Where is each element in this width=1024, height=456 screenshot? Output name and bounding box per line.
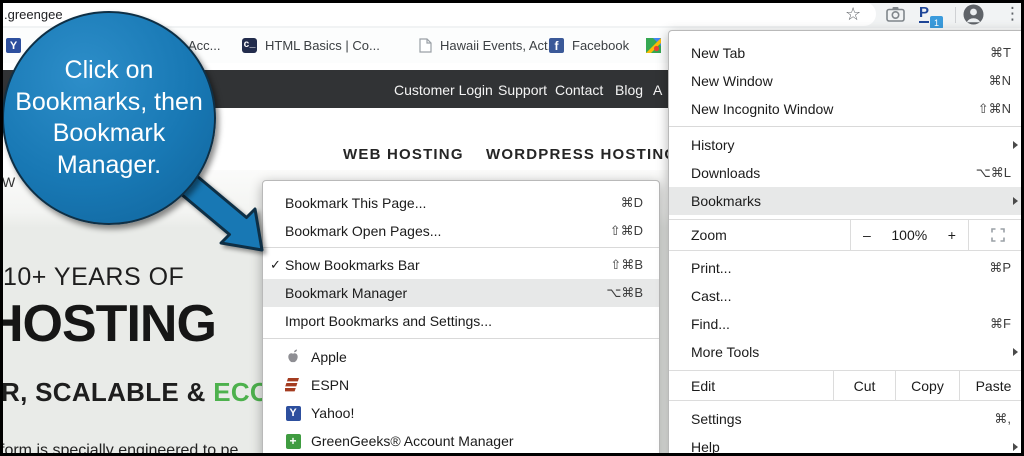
menu-item-bookmark-open-pages[interactable]: Bookmark Open Pages... ⇧⌘D xyxy=(263,217,659,245)
callout-text-line: Manager. xyxy=(57,150,161,182)
bookmark-bar-item-hawaii[interactable]: Hawaii Events, Act... xyxy=(417,28,559,63)
camera-icon[interactable] xyxy=(886,6,905,27)
hero-partial-text: W xyxy=(2,174,15,190)
browser-window: .greengee ☆ P 1 ⋮ Y Acc... xyxy=(0,0,1024,456)
menu-item-help[interactable]: Help xyxy=(669,433,1024,456)
zoom-in-button[interactable]: + xyxy=(948,227,956,243)
callout-bubble: Click on Bookmarks, then Bookmark Manage… xyxy=(2,11,216,225)
bookmark-bar-item-facebook[interactable]: f Facebook xyxy=(549,28,629,63)
shortcut-label: ⇧⌘N xyxy=(978,101,1011,117)
menu-zoom-row: Zoom – 100% + xyxy=(669,219,1024,251)
menu-item-find[interactable]: Find... ⌘F xyxy=(669,310,1024,338)
menu-item-show-bookmarks-bar[interactable]: ✓ Show Bookmarks Bar ⇧⌘B xyxy=(263,251,659,279)
apple-icon xyxy=(285,349,301,365)
facebook-favicon-icon: f xyxy=(549,38,564,53)
menu-separator xyxy=(263,247,659,248)
toolbar-divider xyxy=(955,7,956,23)
bookmark-bar-item-maps[interactable] xyxy=(646,28,661,63)
nav-link-customer-login[interactable]: Customer Login xyxy=(394,82,493,98)
menu-item-new-tab[interactable]: New Tab ⌘T xyxy=(669,39,1024,67)
hero-title: HOSTING xyxy=(0,294,216,354)
chrome-menu: New Tab ⌘T New Window ⌘N New Incognito W… xyxy=(668,30,1024,456)
edit-label: Edit xyxy=(669,371,834,400)
yahoo-favicon-icon: Y xyxy=(6,38,21,53)
shortcut-label: ⌘, xyxy=(994,411,1011,427)
maps-favicon-icon xyxy=(646,38,661,53)
menu-item-more-tools[interactable]: More Tools xyxy=(669,338,1024,366)
menu-item-bookmark-yahoo[interactable]: Y Yahoo! xyxy=(263,399,659,427)
menu-item-print[interactable]: Print... ⌘P xyxy=(669,254,1024,282)
submenu-arrow-icon xyxy=(1013,348,1018,356)
shortcut-label: ⇧⌘D xyxy=(610,223,643,239)
nav-link-wordpress-hosting[interactable]: WORDPRESS HOSTING xyxy=(486,146,677,163)
menu-item-bookmarks[interactable]: Bookmarks xyxy=(669,187,1024,215)
submenu-arrow-icon xyxy=(1013,443,1018,451)
shortcut-label: ⌘P xyxy=(989,260,1011,276)
bookmarks-submenu: Bookmark This Page... ⌘D Bookmark Open P… xyxy=(262,180,660,456)
yahoo-favicon-icon: Y xyxy=(285,405,301,421)
submenu-arrow-icon xyxy=(1013,197,1018,205)
shortcut-label: ⇧⌘B xyxy=(610,257,643,273)
espn-icon xyxy=(285,377,301,393)
menu-item-bookmark-greengeeks[interactable]: + GreenGeeks® Account Manager xyxy=(263,427,659,455)
hero-subtitle: R, SCALABLE & ECO-F xyxy=(1,377,296,408)
extension-icon[interactable]: P xyxy=(919,4,929,23)
callout-text-line: Bookmark xyxy=(53,118,166,150)
menu-edit-row: Edit Cut Copy Paste xyxy=(669,370,1024,401)
menu-item-cast[interactable]: Cast... xyxy=(669,282,1024,310)
shortcut-label: ⌥⌘B xyxy=(606,285,643,301)
bookmark-bar-label: Facebook xyxy=(572,38,629,53)
cut-button[interactable]: Cut xyxy=(834,371,896,400)
bookmark-star-icon[interactable]: ☆ xyxy=(845,3,861,25)
nav-link-partial[interactable]: A xyxy=(653,82,662,98)
nav-link-contact[interactable]: Contact xyxy=(555,82,603,98)
zoom-level-value: 100% xyxy=(891,227,927,243)
menu-separator xyxy=(669,126,1024,127)
bookmark-bar-label: Hawaii Events, Act... xyxy=(440,38,559,53)
nav-link-blog[interactable]: Blog xyxy=(615,82,643,98)
bookmark-bar-item-yahoo[interactable]: Y xyxy=(6,28,21,63)
copy-button[interactable]: Copy xyxy=(896,371,960,400)
menu-item-bookmark-manager[interactable]: Bookmark Manager ⌥⌘B xyxy=(263,279,659,307)
shortcut-label: ⌘F xyxy=(990,316,1011,332)
codecademy-favicon-icon: c_ xyxy=(242,38,257,53)
fullscreen-button[interactable] xyxy=(969,220,1024,250)
menu-item-new-incognito-window[interactable]: New Incognito Window ⇧⌘N xyxy=(669,95,1024,123)
shortcut-label: ⌥⌘L xyxy=(976,165,1011,181)
callout-text-line: Bookmarks, then xyxy=(15,87,203,119)
menu-item-new-window[interactable]: New Window ⌘N xyxy=(669,67,1024,95)
zoom-label: Zoom xyxy=(669,220,851,250)
nav-link-web-hosting[interactable]: WEB HOSTING xyxy=(343,146,464,163)
menu-item-bookmark-apple[interactable]: Apple xyxy=(263,343,659,371)
menu-item-bookmark-this-page[interactable]: Bookmark This Page... ⌘D xyxy=(263,189,659,217)
shortcut-label: ⌘D xyxy=(621,195,643,211)
address-bar-text: .greengee xyxy=(4,7,63,22)
nav-link-support[interactable]: Support xyxy=(498,82,547,98)
menu-item-bookmark-espn[interactable]: ESPN xyxy=(263,371,659,399)
profile-avatar-icon[interactable] xyxy=(963,4,984,30)
bookmark-bar-label: HTML Basics | Co... xyxy=(265,38,380,53)
menu-item-settings[interactable]: Settings ⌘, xyxy=(669,405,1024,433)
hero-kicker: 10+ YEARS OF xyxy=(3,263,184,292)
menu-item-history[interactable]: History xyxy=(669,131,1024,159)
zoom-out-button[interactable]: – xyxy=(863,227,871,243)
fullscreen-icon xyxy=(991,228,1005,242)
page-favicon-icon xyxy=(417,38,432,53)
menu-separator xyxy=(263,338,659,339)
hero-body-text: form is specially engineered to pe xyxy=(0,442,238,456)
menu-item-downloads[interactable]: Downloads ⌥⌘L xyxy=(669,159,1024,187)
shortcut-label: ⌘T xyxy=(990,45,1011,61)
menu-item-import-bookmarks[interactable]: Import Bookmarks and Settings... xyxy=(263,307,659,335)
bookmark-bar-item-html-basics[interactable]: c_ HTML Basics | Co... xyxy=(242,28,380,63)
paste-button[interactable]: Paste xyxy=(960,371,1024,400)
callout-text-line: Click on xyxy=(65,55,154,87)
greengeeks-plus-icon: + xyxy=(285,433,301,449)
shortcut-label: ⌘N xyxy=(989,73,1011,89)
menu-dots-icon[interactable]: ⋮ xyxy=(1004,3,1021,25)
submenu-arrow-icon xyxy=(1013,141,1018,149)
